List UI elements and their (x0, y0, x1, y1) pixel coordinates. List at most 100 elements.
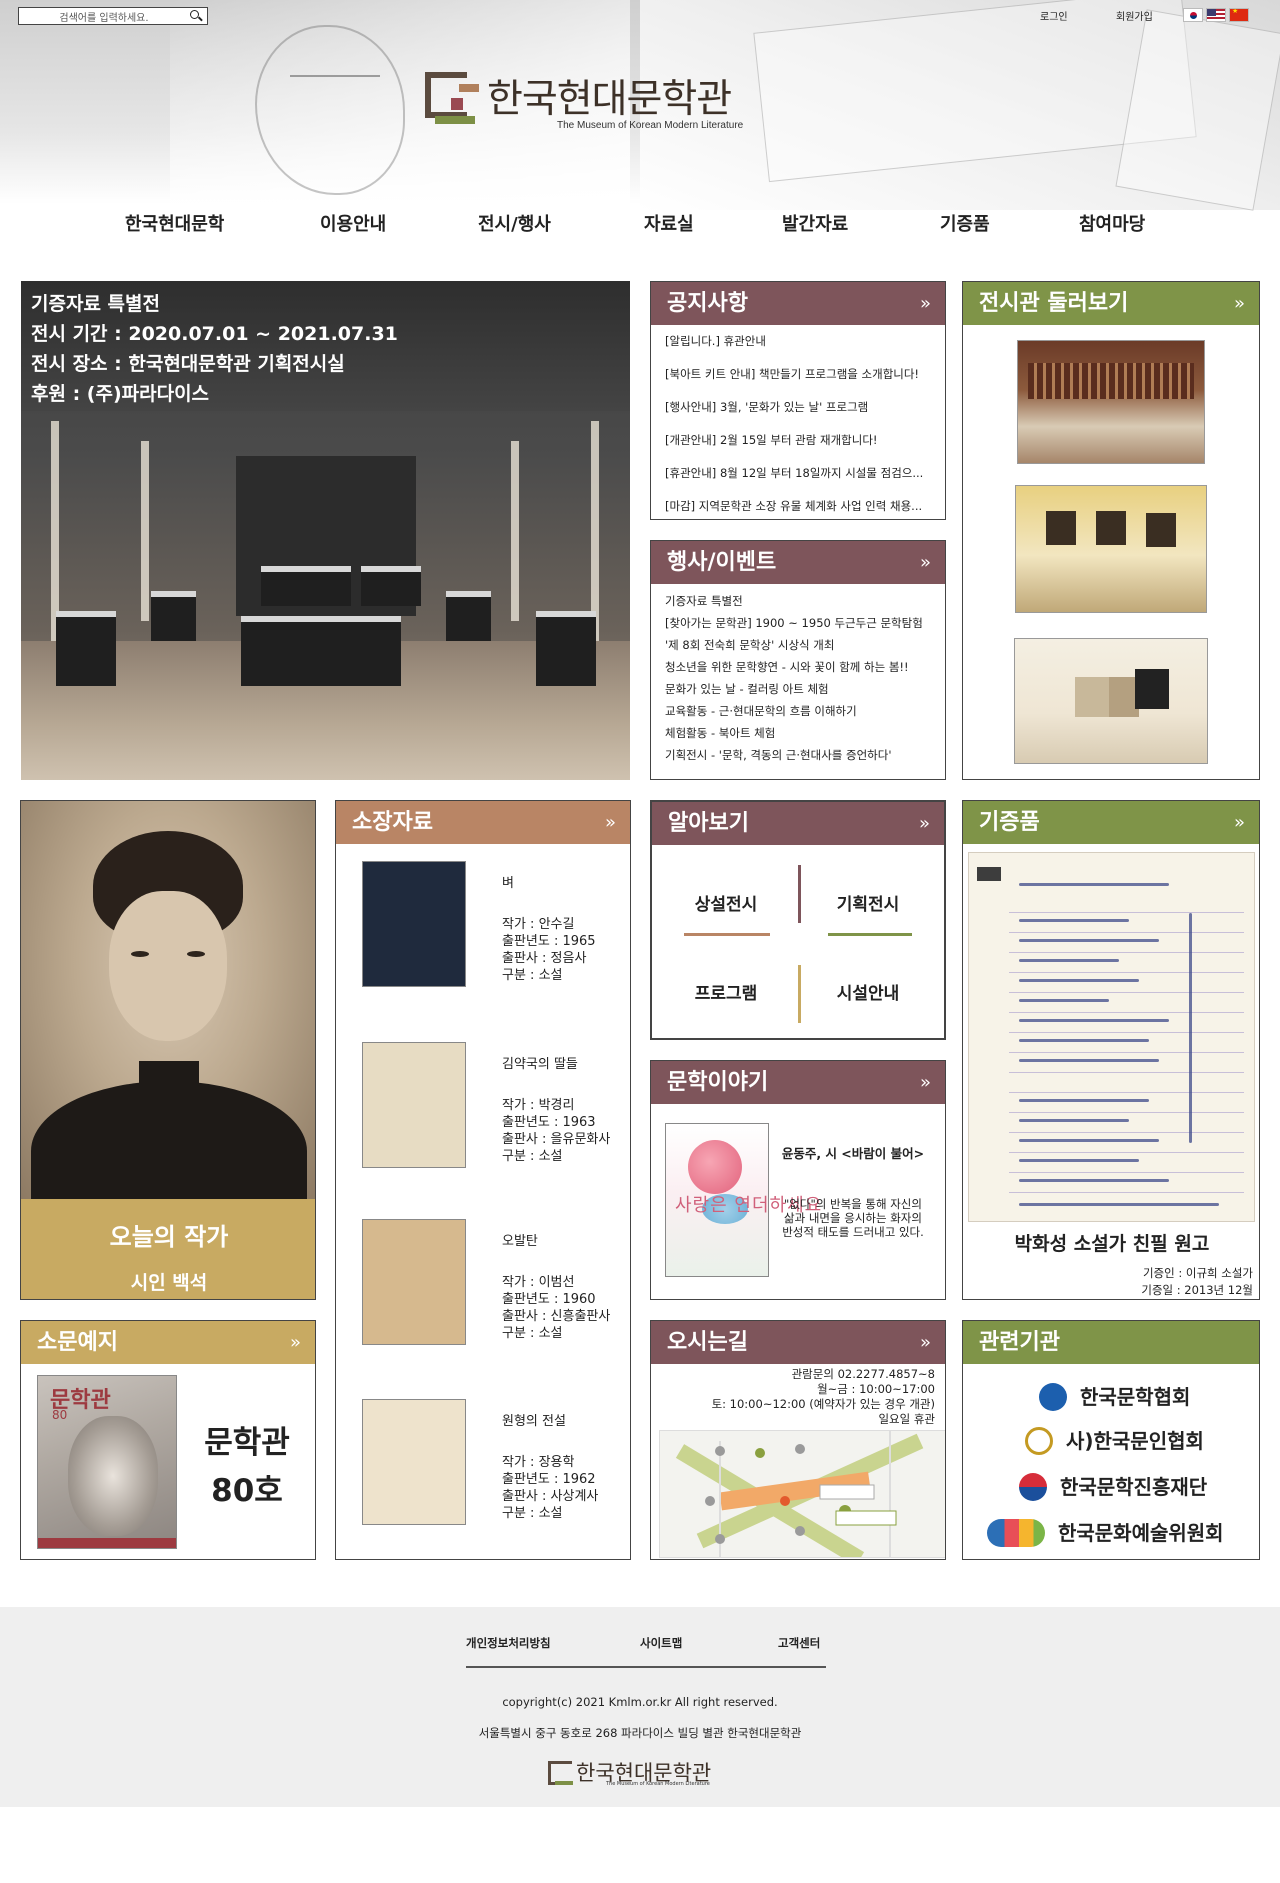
hero-title: 기증자료 특별전 (31, 293, 160, 315)
related-org-link[interactable]: 사)한국문인협회 (963, 1425, 1259, 1465)
privacy-policy-link[interactable]: 개인정보처리방침 (466, 1635, 551, 1651)
special-exhibition-link[interactable]: 기획전시 (808, 890, 928, 915)
newsletter-cover[interactable]: 문학관 80 (37, 1375, 177, 1549)
list-item[interactable]: [휴관안내] 8월 12일 부터 18일까지 시설물 점검으... (665, 463, 931, 496)
hero-banner[interactable]: 기증자료 특별전 전시 기간 : 2020.07.01 ~ 2021.07.31… (21, 281, 630, 780)
book-cover (362, 861, 466, 987)
book-category: 구분 : 소설 (502, 1149, 563, 1164)
facility-guide-link[interactable]: 시설안내 (808, 979, 928, 1004)
list-item[interactable]: [개관안내] 2월 15일 부터 관람 재개합니다! (665, 430, 931, 463)
collection-more-icon[interactable]: » (605, 801, 616, 844)
list-item[interactable]: [찾아가는 문학관] 1900 ~ 1950 두근두근 문학탐험 (665, 614, 931, 636)
list-item[interactable]: 체험활동 - 북아트 체험 (665, 724, 931, 746)
manuscript-image[interactable] (968, 852, 1255, 1222)
notice-more-icon[interactable]: » (920, 282, 931, 325)
list-item[interactable]: 기증자료 특별전 (665, 592, 931, 614)
nav-item-visitor-guide[interactable]: 이용안내 (320, 210, 386, 236)
tour-photo-exhibit[interactable] (1014, 638, 1208, 764)
story-panel: 문학이야기 » 사랑은 연더하세요 윤동주, 시 <바람이 불어> "없다"의 … (650, 1060, 946, 1300)
list-item[interactable]: '제 8회 전숙희 문학상' 시상식 개최 (665, 636, 931, 658)
collection-item[interactable]: 벼 작가 : 안수길 출판년도 : 1965 출판사 : 정음사 구분 : 소설 (362, 861, 622, 1011)
donation-header: 기증품 » (963, 801, 1259, 844)
author-portrait (21, 801, 315, 1221)
footer-divider (466, 1666, 826, 1668)
directions-more-icon[interactable]: » (920, 1321, 931, 1364)
newsletter-issue: 80호 (211, 1473, 283, 1509)
nav-item-publications[interactable]: 발간자료 (782, 210, 848, 236)
donation-more-icon[interactable]: » (1234, 801, 1245, 844)
events-title: 행사/이벤트 (667, 550, 777, 575)
permanent-exhibition-link[interactable]: 상설전시 (666, 890, 786, 915)
nav-item-exhibitions[interactable]: 전시/행사 (478, 210, 551, 236)
collection-item[interactable]: 오발탄 작가 : 이범선 출판년도 : 1960 출판사 : 신흥출판사 구분 … (362, 1219, 622, 1369)
story-book-title[interactable]: 윤동주, 시 <바람이 불어> (779, 1143, 927, 1162)
book-year: 출판년도 : 1962 (502, 1472, 596, 1487)
book-author: 작가 : 안수길 (502, 917, 575, 932)
language-flags (1183, 8, 1249, 22)
nav-item-archive[interactable]: 자료실 (644, 210, 694, 236)
site-logo[interactable]: 한국현대문학관 The Museum of Korean Modern Lite… (425, 66, 795, 136)
donation-item-title[interactable]: 박화성 소설가 친필 원고 (963, 1229, 1259, 1256)
newsletter-more-icon[interactable]: » (290, 1321, 301, 1364)
related-org-link[interactable]: 한국문학진흥재단 (963, 1471, 1259, 1511)
tour-more-icon[interactable]: » (1234, 282, 1245, 325)
us-flag-icon[interactable] (1206, 8, 1226, 22)
org-name: 사)한국문인협회 (1065, 1429, 1204, 1453)
footer-logo-subtitle: The Museum of Korean Modern Literature (606, 1781, 710, 1787)
site-footer: 개인정보처리방침 사이트맵 고객센터 copyright(c) 2021 Kml… (0, 1607, 1280, 1807)
about-more-icon[interactable]: » (919, 802, 930, 845)
book-title: 원형의 전설 (502, 1414, 566, 1429)
list-item[interactable]: [알립니다.] 휴관안내 (665, 331, 931, 364)
header-sketch-glasses (290, 75, 380, 101)
list-item[interactable]: 청소년을 위한 문학향연 - 시와 꽃이 함께 하는 봄!! (665, 658, 931, 680)
search-icon[interactable] (189, 9, 203, 23)
book-publisher: 출판사 : 신흥출판사 (502, 1309, 611, 1324)
nav-item-participation[interactable]: 참여마당 (1079, 210, 1145, 236)
related-title: 관련기관 (979, 1330, 1060, 1355)
book-author: 작가 : 이범선 (502, 1275, 575, 1290)
today-author-panel[interactable]: 오늘의 작가 시인 백석 (20, 800, 316, 1300)
book-category: 구분 : 소설 (502, 1506, 563, 1521)
events-more-icon[interactable]: » (920, 541, 931, 584)
story-more-icon[interactable]: » (920, 1061, 931, 1104)
join-link[interactable]: 회원가입 (1116, 8, 1153, 23)
list-item[interactable]: 문화가 있는 날 - 컬러링 아트 체험 (665, 680, 931, 702)
customer-center-link[interactable]: 고객센터 (778, 1635, 820, 1651)
list-item[interactable]: [북아트 키트 안내] 책만들기 프로그램을 소개합니다! (665, 364, 931, 397)
book-category: 구분 : 소설 (502, 1326, 563, 1341)
about-header: 알아보기 » (652, 802, 944, 845)
search-input[interactable]: 검색어를 입력하세요. (18, 7, 208, 25)
story-description: "없다"의 반복을 통해 자신의 삶과 내면을 응시하는 화자의 반성적 태도를… (782, 1197, 924, 1239)
notice-panel: 공지사항 » [알립니다.] 휴관안내 [북아트 키트 안내] 책만들기 프로그… (650, 281, 946, 520)
footer-logo[interactable]: 한국현대문학관 The Museum of Korean Modern Lite… (548, 1755, 768, 1789)
related-org-link[interactable]: 한국문화예술위원회 (963, 1517, 1259, 1557)
hero-venue: 전시 장소 : 한국현대문학관 기획전시실 (31, 353, 345, 375)
newsletter-title: 소문예지 (37, 1330, 118, 1355)
nav-item-donations[interactable]: 기증품 (940, 210, 990, 236)
org-name: 한국문학진흥재단 (1059, 1475, 1208, 1499)
china-flag-icon[interactable] (1229, 8, 1249, 22)
donation-donor: 기증인 : 이규희 소설가 (1142, 1266, 1253, 1280)
tour-photo-library[interactable] (1017, 340, 1205, 464)
program-link[interactable]: 프로그램 (666, 979, 786, 1004)
search-placeholder: 검색어를 입력하세요. (59, 12, 149, 24)
login-link[interactable]: 로그인 (1040, 8, 1068, 23)
related-header: 관련기관 (963, 1321, 1259, 1364)
tour-photo-gallery[interactable] (1015, 485, 1207, 613)
list-item[interactable]: [마감] 지역문학관 소장 유물 체계화 사업 인력 채용... (665, 496, 931, 519)
sitemap-link[interactable]: 사이트맵 (640, 1635, 682, 1651)
list-item[interactable]: 기획전시 - '문학, 격동의 근·현대사를 증언하다' (665, 746, 931, 768)
korean-flag-icon[interactable] (1183, 8, 1203, 22)
collection-item[interactable]: 원형의 전설 작가 : 장용학 출판년도 : 1962 출판사 : 사상계사 구… (362, 1399, 622, 1549)
related-org-link[interactable]: 한국문학협회 (963, 1381, 1259, 1421)
collection-item[interactable]: 김약국의 딸들 작가 : 박경리 출판년도 : 1963 출판사 : 을유문화사… (362, 1042, 622, 1192)
divider (828, 933, 912, 936)
book-cover (362, 1219, 466, 1345)
nav-item-korean-modern-literature[interactable]: 한국현대문학 (125, 210, 224, 236)
events-panel: 행사/이벤트 » 기증자료 특별전 [찾아가는 문학관] 1900 ~ 1950… (650, 540, 946, 780)
story-header: 문학이야기 » (651, 1061, 945, 1104)
list-item[interactable]: [행사안내] 3월, '문화가 있는 날' 프로그램 (665, 397, 931, 430)
directions-map[interactable] (659, 1430, 945, 1558)
list-item[interactable]: 교육활동 - 근·현대문학의 흐름 이해하기 (665, 702, 931, 724)
divider (798, 865, 801, 923)
